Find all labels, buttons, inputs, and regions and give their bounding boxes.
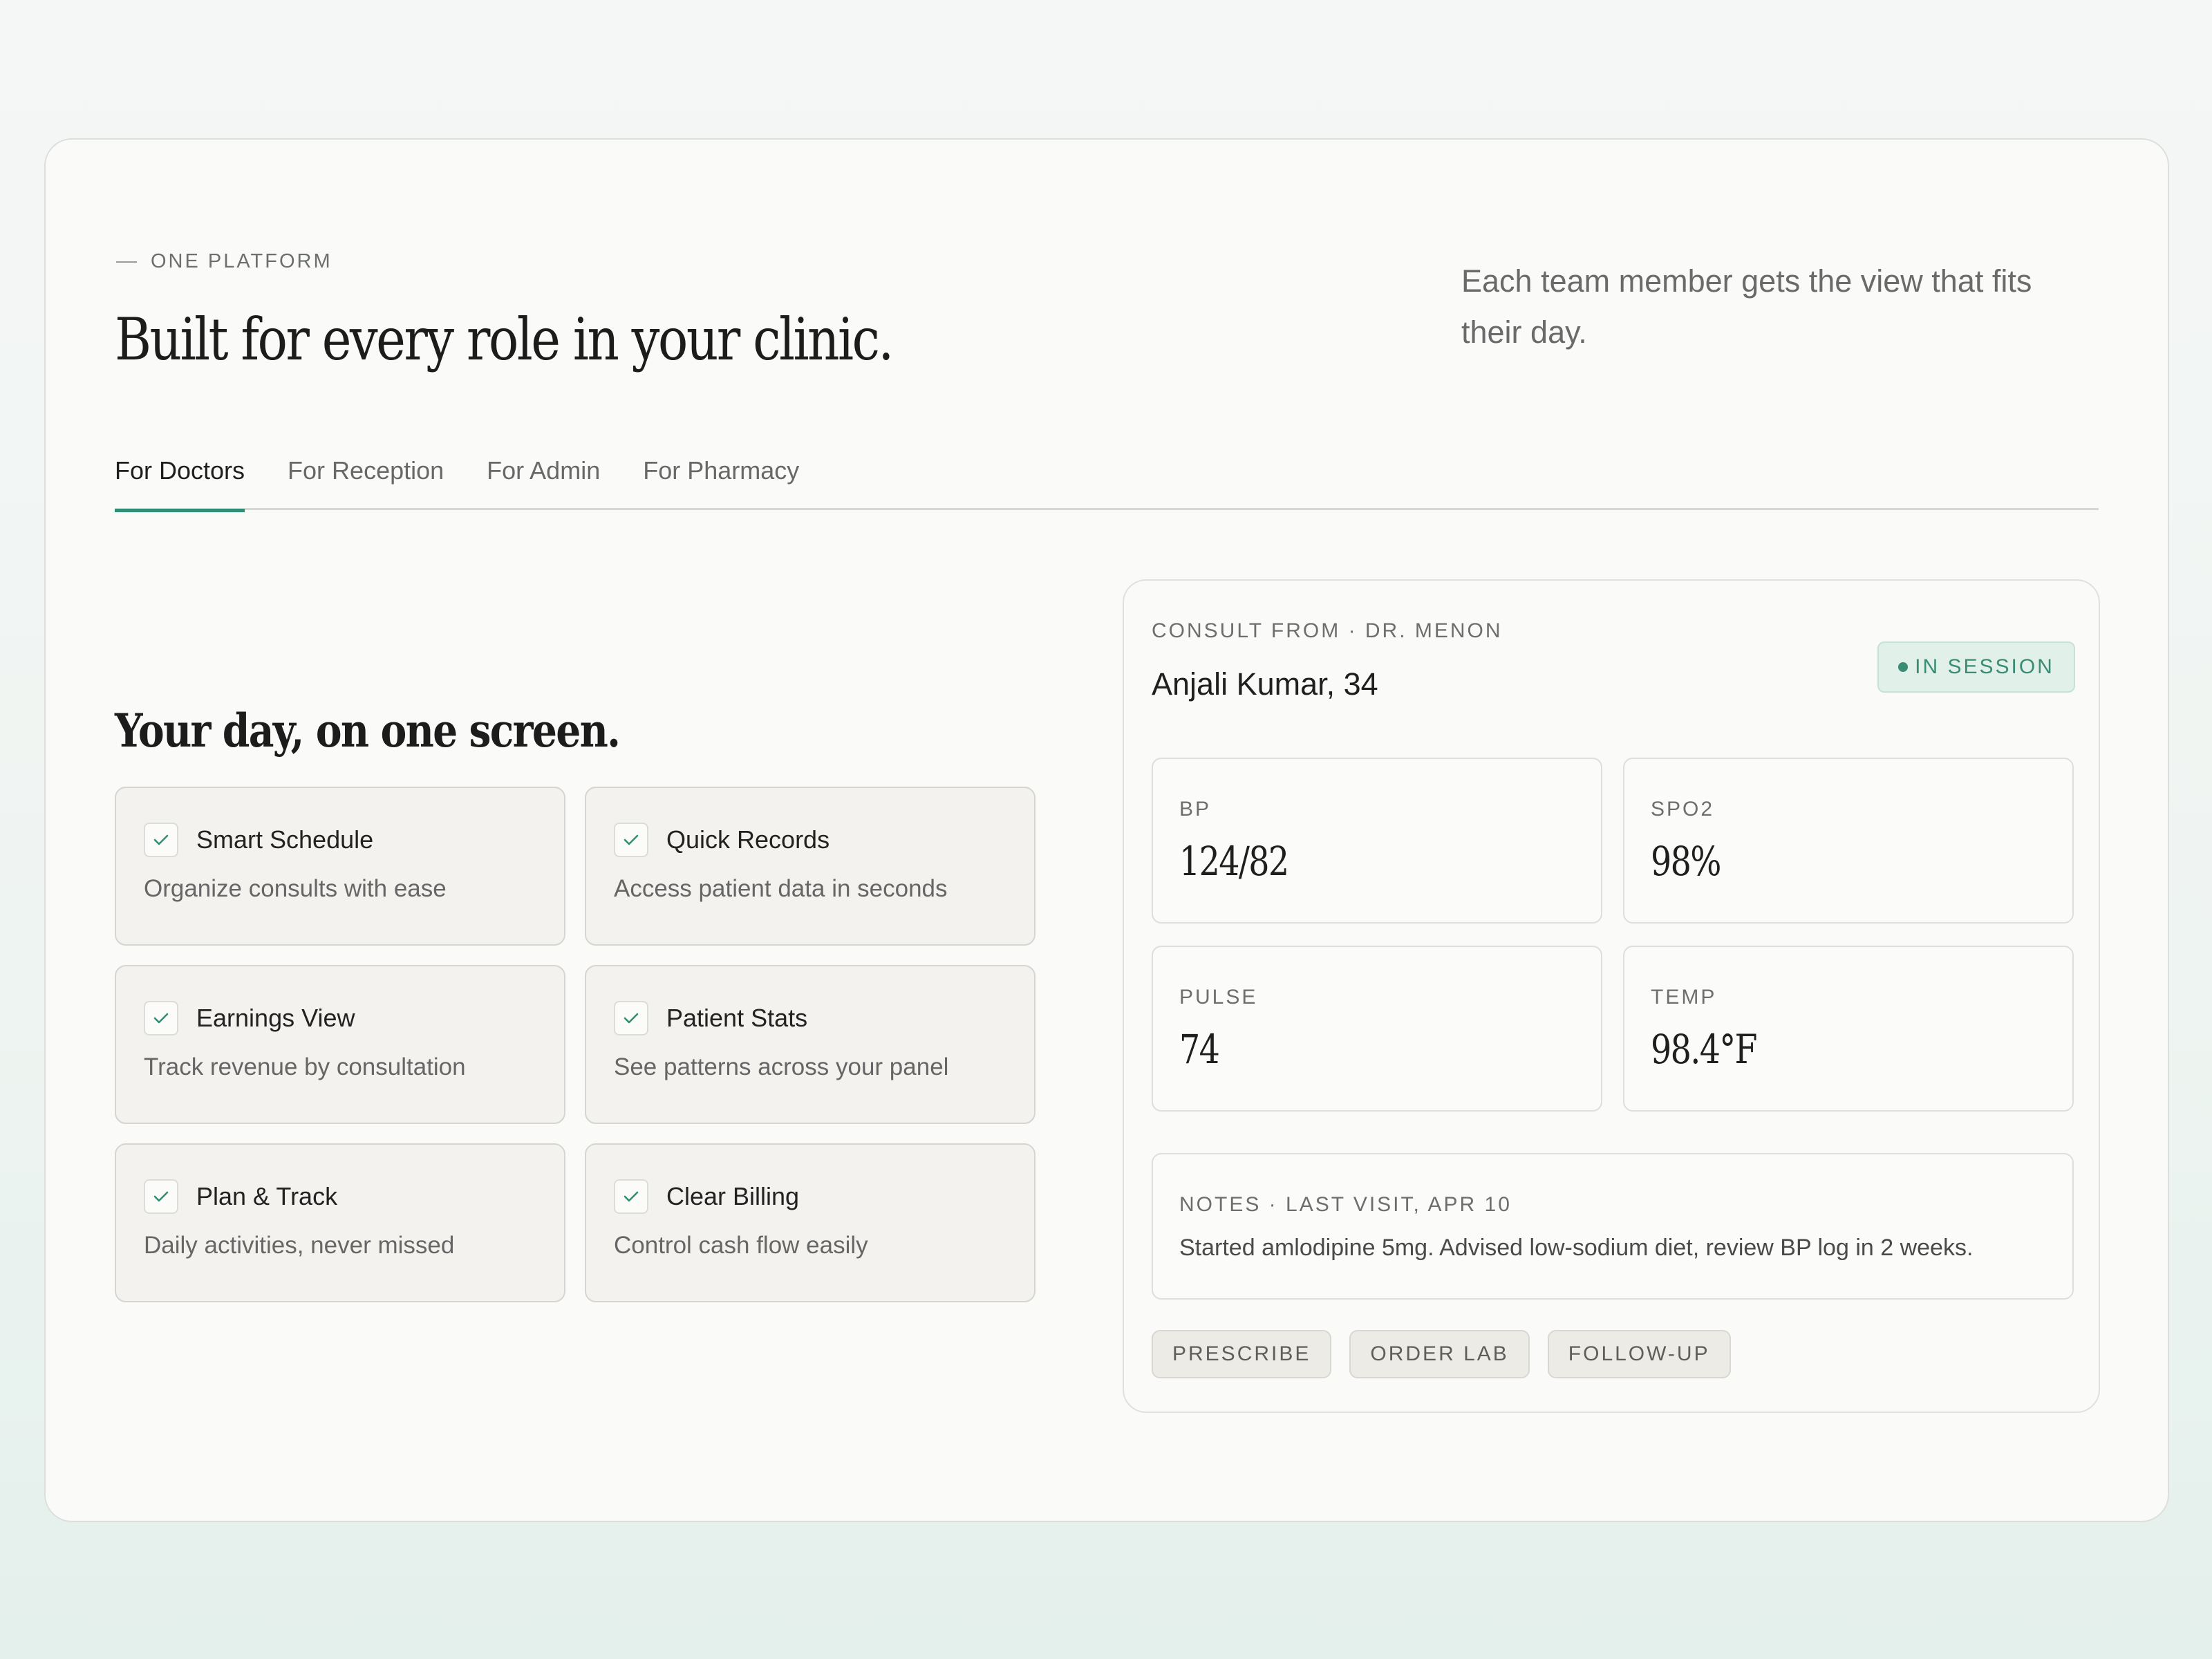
feature-card: Quick Records Access patient data in sec… — [585, 787, 1035, 946]
feature-card: Patient Stats See patterns across your p… — [585, 965, 1035, 1124]
feature-desc: See patterns across your panel — [614, 1053, 949, 1080]
feature-title: Earnings View — [196, 1004, 355, 1032]
status-badge: IN SESSION — [1877, 641, 2075, 693]
feature-desc: Track revenue by consultation — [144, 1053, 466, 1080]
vital-value: 74 — [1179, 1026, 1220, 1073]
vital-label: BP — [1179, 798, 1212, 821]
tab-doctors[interactable]: For Doctors — [115, 438, 245, 512]
feature-title: Clear Billing — [666, 1182, 800, 1210]
vital-label: PULSE — [1179, 986, 1258, 1009]
tab-admin[interactable]: For Admin — [487, 438, 600, 510]
prescribe-button[interactable]: PRESCRIBE — [1152, 1330, 1332, 1378]
follow-up-button[interactable]: FOLLOW-UP — [1547, 1330, 1731, 1378]
vital-label: SPO2 — [1651, 798, 1715, 821]
tab-reception[interactable]: For Reception — [288, 438, 444, 510]
vital-label: TEMP — [1651, 986, 1717, 1009]
check-icon — [614, 1179, 648, 1214]
check-icon — [614, 1001, 648, 1035]
vital-value: 124/82 — [1179, 838, 1289, 885]
feature-title: Quick Records — [666, 825, 830, 854]
consult-panel: CONSULT FROM · DR. MENON Anjali Kumar, 3… — [1123, 579, 2100, 1413]
patient-name: Anjali Kumar, 34 — [1152, 666, 1378, 702]
order-lab-button[interactable]: ORDER LAB — [1349, 1330, 1530, 1378]
notes-label: NOTES · LAST VISIT, APR 10 — [1179, 1193, 1512, 1216]
vital-value: 98% — [1651, 838, 1721, 885]
status-dot-icon — [1898, 662, 1909, 672]
check-icon — [614, 823, 648, 857]
consult-from-label: CONSULT FROM · DR. MENON — [1152, 619, 1503, 642]
feature-desc: Control cash flow easily — [614, 1232, 868, 1259]
feature-desc: Daily activities, never missed — [144, 1232, 455, 1259]
platform-card: ONE PLATFORM Built for every role in you… — [44, 138, 2169, 1522]
vital-card-pulse: PULSE 74 — [1152, 946, 1602, 1112]
check-icon — [144, 1001, 178, 1035]
eyebrow: ONE PLATFORM — [116, 250, 332, 273]
notes-card: NOTES · LAST VISIT, APR 10 Started amlod… — [1152, 1153, 2074, 1300]
lede-text: Each team member gets the view that fits… — [1461, 263, 2032, 350]
vital-card-temp: TEMP 98.4°F — [1623, 946, 2074, 1112]
feature-card: Clear Billing Control cash flow easily — [585, 1143, 1035, 1302]
role-tabs: For Doctors For Reception For Admin For … — [115, 438, 2099, 512]
eyebrow-dash — [116, 261, 137, 263]
section-title: Your day, on one screen. — [115, 704, 621, 758]
feature-card: Smart Schedule Organize consults with ea… — [115, 787, 565, 946]
feature-grid: Smart Schedule Organize consults with ea… — [115, 787, 1037, 1302]
check-icon — [144, 1179, 178, 1214]
vital-card-bp: BP 124/82 — [1152, 758, 1602, 924]
vital-value: 98.4°F — [1651, 1026, 1757, 1073]
tab-pharmacy[interactable]: For Pharmacy — [643, 438, 799, 510]
eyebrow-label: ONE PLATFORM — [151, 250, 332, 272]
feature-desc: Organize consults with ease — [144, 875, 447, 902]
notes-text: Started amlodipine 5mg. Advised low-sodi… — [1179, 1235, 1974, 1261]
page-title: Built for every role in your clinic. — [115, 306, 894, 373]
vitals-grid: BP 124/82 SPO2 98% PULSE 74 TEMP 98.4°F — [1152, 758, 2074, 1112]
feature-desc: Access patient data in seconds — [614, 875, 948, 902]
status-label: IN SESSION — [1915, 655, 2054, 678]
vital-card-spo2: SPO2 98% — [1623, 758, 2074, 924]
feature-title: Patient Stats — [666, 1004, 808, 1032]
feature-title: Plan & Track — [196, 1182, 338, 1210]
consult-actions: PRESCRIBE ORDER LAB FOLLOW-UP — [1152, 1330, 1731, 1378]
feature-title: Smart Schedule — [196, 825, 374, 854]
feature-card: Earnings View Track revenue by consultat… — [115, 965, 565, 1124]
check-icon — [144, 823, 178, 857]
feature-card: Plan & Track Daily activities, never mis… — [115, 1143, 565, 1302]
